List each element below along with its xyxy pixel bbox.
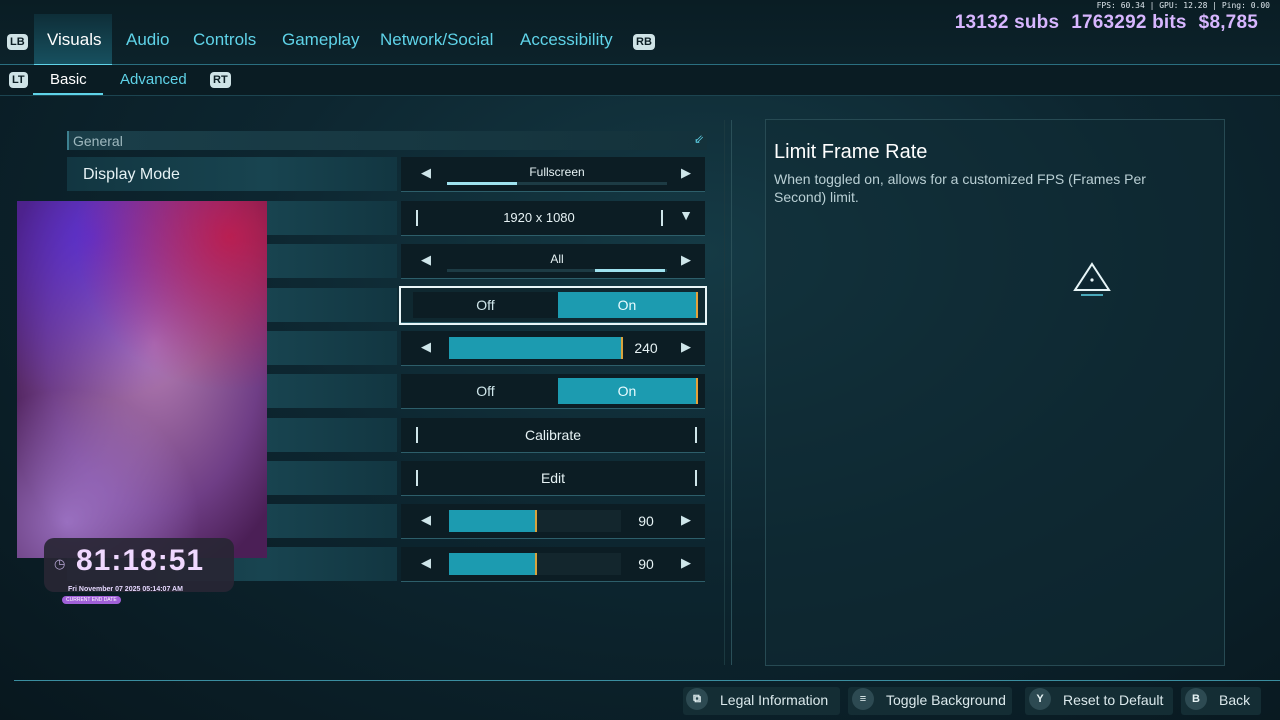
- bits-count: 1763292 bits: [1071, 12, 1187, 33]
- subs-count: 13132 subs: [954, 12, 1060, 33]
- tab-visuals[interactable]: Visuals: [47, 30, 102, 50]
- b-button-icon: B: [1185, 688, 1207, 710]
- panel-divider: [731, 120, 732, 665]
- tab-audio[interactable]: Audio: [126, 30, 169, 50]
- expand-corner-icon: ⇙: [693, 132, 704, 146]
- bracket-right: [695, 427, 697, 443]
- chevron-down-icon[interactable]: ▼: [679, 207, 693, 223]
- slider-track[interactable]: [449, 553, 621, 575]
- slider-value: 90: [638, 513, 654, 529]
- footer-label: Toggle Background: [886, 692, 1006, 708]
- description-body: When toggled on, allows for a customized…: [774, 171, 1146, 205]
- toggle-off-option[interactable]: Off: [413, 378, 558, 404]
- toggle-off-option[interactable]: Off: [413, 292, 558, 318]
- row-label-text: Display Mode: [83, 166, 180, 183]
- row-label-display-mode[interactable]: Display Mode: [67, 157, 397, 191]
- option-selector[interactable]: ◀ All ▶: [401, 244, 705, 279]
- footer-divider: [14, 680, 1280, 681]
- end-date: Fri November 07 2025 05:14:07 AM: [68, 586, 183, 593]
- subathon-timer: 81:18:51: [76, 544, 205, 577]
- subtab-basic[interactable]: Basic: [50, 71, 87, 88]
- rb-button-glyph[interactable]: RB: [633, 34, 655, 50]
- section-header-general: General ⇙: [67, 131, 707, 150]
- tab-controls[interactable]: Controls: [193, 30, 256, 50]
- slider-track[interactable]: [449, 510, 621, 532]
- arrow-right-icon[interactable]: ▶: [681, 339, 691, 355]
- value-slider[interactable]: ◀ 90 ▶: [401, 504, 705, 539]
- slider-fill: [449, 337, 623, 359]
- slider-value: 90: [638, 556, 654, 572]
- footer-label: Legal Information: [720, 692, 829, 708]
- value-slider[interactable]: ◀ 90 ▶: [401, 547, 705, 582]
- limit-frame-rate-toggle[interactable]: Off On: [399, 286, 707, 325]
- option-segments: [447, 182, 667, 185]
- lb-button-glyph[interactable]: LB: [7, 34, 28, 50]
- clock-icon: ◷: [54, 556, 66, 571]
- rt-button-glyph[interactable]: RT: [210, 72, 231, 88]
- arrow-left-icon[interactable]: ◀: [421, 339, 431, 355]
- subtab-advanced[interactable]: Advanced: [120, 71, 187, 88]
- subtab-bar: [0, 65, 1280, 96]
- subtab-underline: [33, 93, 103, 95]
- selector-value: All: [550, 252, 564, 266]
- bracket-right: [661, 210, 663, 226]
- slider-fill: [449, 510, 537, 532]
- arrow-left-icon[interactable]: ◀: [421, 252, 431, 268]
- calibrate-label: Calibrate: [524, 427, 582, 443]
- resolution-dropdown[interactable]: 1920 x 1080 ▼: [401, 201, 705, 236]
- stream-stats-readout: FPS: 60.34 | GPU: 12.28 | Ping: 0.00: [1096, 1, 1270, 10]
- bracket-right: [695, 470, 697, 486]
- lt-button-glyph[interactable]: LT: [9, 72, 28, 88]
- end-date-tag: CURRENT END DATE: [62, 596, 121, 604]
- money-count: $8,785: [1198, 12, 1258, 33]
- footer-label: Reset to Default: [1063, 692, 1164, 708]
- toggle-on-option[interactable]: On: [558, 292, 698, 318]
- frame-rate-slider[interactable]: ◀ 240 ▶: [401, 331, 705, 366]
- arrow-left-icon[interactable]: ◀: [421, 555, 431, 571]
- y-button-icon: Y: [1029, 688, 1051, 710]
- footer-label: Back: [1219, 692, 1251, 708]
- tab-accessibility[interactable]: Accessibility: [520, 30, 613, 50]
- dropdown-value: 1920 x 1080: [503, 210, 575, 225]
- tab-network-social[interactable]: Network/Social: [380, 30, 493, 50]
- tab-gameplay[interactable]: Gameplay: [282, 30, 359, 50]
- edit-label: Edit: [540, 470, 566, 486]
- arrow-right-icon[interactable]: ▶: [681, 165, 691, 181]
- description-title: Limit Frame Rate: [774, 141, 928, 163]
- arrow-left-icon[interactable]: ◀: [421, 165, 431, 181]
- webcam-lighting: [17, 201, 267, 558]
- slider-value: 240: [634, 340, 658, 356]
- toggle-on-option[interactable]: On: [558, 378, 698, 404]
- view-icon: ⧉: [686, 688, 708, 710]
- menu-icon: ≡: [852, 688, 874, 710]
- slider-track[interactable]: [449, 337, 623, 359]
- loading-spinner-icon: [1073, 262, 1111, 296]
- panel-divider: [724, 120, 725, 665]
- arrow-right-icon[interactable]: ▶: [681, 555, 691, 571]
- selected-segment: [447, 182, 517, 185]
- edit-button[interactable]: Edit: [401, 461, 705, 496]
- arrow-right-icon[interactable]: ▶: [681, 252, 691, 268]
- calibrate-button[interactable]: Calibrate: [401, 418, 705, 453]
- option-segments: [447, 269, 667, 272]
- selected-segment: [595, 269, 665, 272]
- arrow-left-icon[interactable]: ◀: [421, 512, 431, 528]
- selector-value: Fullscreen: [529, 165, 585, 179]
- display-mode-selector[interactable]: ◀ Fullscreen ▶: [401, 157, 705, 192]
- section-title: General: [73, 133, 123, 149]
- toggle-control[interactable]: Off On: [401, 374, 705, 409]
- stream-goal-counters: 13132 subs 1763292 bits $8,785: [943, 12, 1258, 34]
- arrow-right-icon[interactable]: ▶: [681, 512, 691, 528]
- slider-fill: [449, 553, 537, 575]
